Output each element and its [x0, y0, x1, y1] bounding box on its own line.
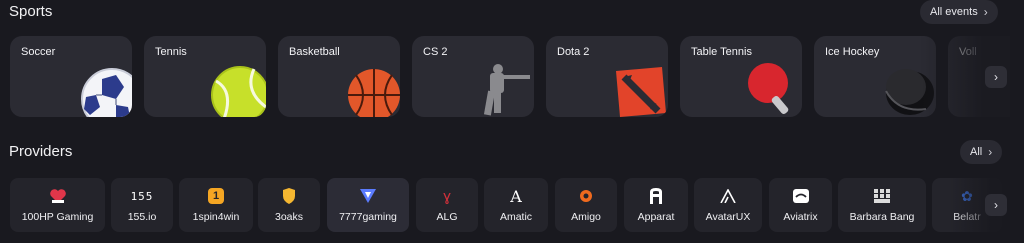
logo-text: ɣ [443, 187, 451, 205]
providers-section-title: Providers [9, 143, 73, 160]
barbara-bang-logo-icon [874, 187, 890, 205]
sport-card-tennis[interactable]: Tennis [144, 36, 266, 117]
alg-logo-icon: ɣ [443, 187, 451, 205]
sports-carousel: Soccer Tennis Basketball CS 2 Dota 2 Tab… [10, 36, 1010, 117]
provider-name: Belatr [953, 211, 981, 223]
provider-name: Amatic [499, 211, 533, 223]
provider-name: 1spin4win [192, 211, 240, 223]
7777-logo-icon [360, 187, 376, 205]
provider-card-100hp-gaming[interactable]: 100HP Gaming [10, 178, 105, 232]
amigo-logo-icon [579, 187, 593, 205]
all-events-button[interactable]: All events › [920, 0, 998, 24]
sport-card-soccer[interactable]: Soccer [10, 36, 132, 117]
aviatrix-logo-icon [792, 187, 809, 205]
provider-card-aviatrix[interactable]: Aviatrix [769, 178, 832, 232]
provider-card-alg[interactable]: ɣ ALG [416, 178, 478, 232]
provider-name: Apparat [637, 211, 675, 223]
provider-card-amatic[interactable]: A Amatic [484, 178, 548, 232]
provider-name: 7777gaming [339, 211, 397, 223]
sport-card-basketball[interactable]: Basketball [278, 36, 400, 117]
avatarux-logo-icon [720, 187, 736, 205]
shield-logo-icon [282, 187, 296, 205]
sports-section-title: Sports [9, 3, 53, 20]
provider-card-1spin4win[interactable]: 1 1spin4win [179, 178, 253, 232]
belatra-logo-icon: ✿ [961, 187, 973, 205]
sport-card-ice-hockey[interactable]: Ice Hockey [814, 36, 936, 117]
soccer-ball-icon [81, 68, 132, 117]
sport-label: CS 2 [423, 46, 448, 58]
basketball-icon [348, 69, 400, 117]
sport-label: Voll [959, 46, 977, 58]
sports-next-button[interactable]: › [985, 66, 1007, 88]
soldier-silhouette-icon [483, 64, 530, 116]
1spin4win-logo-icon: 1 [208, 187, 224, 205]
sport-card-cs2[interactable]: CS 2 [412, 36, 534, 117]
sport-card-table-tennis[interactable]: Table Tennis [680, 36, 802, 117]
all-events-label: All events [930, 6, 978, 18]
tennis-ball-icon [211, 66, 266, 117]
provider-name: AvatarUX [705, 211, 751, 223]
logo-text: 155 [130, 189, 154, 203]
amatic-logo-icon: A [510, 186, 522, 206]
heart-logo-icon [49, 187, 67, 205]
provider-name: 155.io [127, 211, 157, 223]
provider-name: Aviatrix [783, 211, 818, 223]
provider-name: 100HP Gaming [21, 211, 94, 223]
sport-label: Dota 2 [557, 46, 590, 58]
provider-card-3oaks[interactable]: 3oaks [258, 178, 320, 232]
ping-pong-paddle-icon [748, 63, 789, 115]
provider-card-amigo[interactable]: Amigo [555, 178, 617, 232]
sport-label: Basketball [289, 46, 340, 58]
all-providers-button[interactable]: All › [960, 140, 1003, 164]
chevron-right-icon: › [988, 145, 993, 159]
all-providers-label: All [970, 146, 983, 158]
chevron-right-icon: › [994, 70, 998, 84]
provider-card-155io[interactable]: 155 155.io [111, 178, 173, 232]
logo-text: A [510, 186, 522, 206]
sport-label: Soccer [21, 46, 56, 58]
sport-label: Table Tennis [691, 46, 752, 58]
provider-card-7777gaming[interactable]: 7777gaming [327, 178, 409, 232]
provider-card-avatarux[interactable]: AvatarUX [694, 178, 762, 232]
provider-name: ALG [436, 211, 458, 223]
155-logo-icon: 155 [131, 187, 154, 205]
sport-card-dota2[interactable]: Dota 2 [546, 36, 668, 117]
providers-next-button[interactable]: › [985, 194, 1007, 216]
provider-name: 3oaks [274, 211, 304, 223]
chevron-right-icon: › [994, 198, 998, 212]
providers-carousel: 100HP Gaming 155 155.io 1 1spin4win 3oak… [10, 178, 1010, 232]
apparat-logo-icon [648, 187, 664, 205]
logo-badge: 1 [208, 188, 224, 204]
dota-logo-icon [616, 67, 666, 117]
provider-name: Barbara Bang [849, 211, 915, 223]
provider-name: Amigo [571, 211, 601, 223]
sport-label: Tennis [155, 46, 187, 58]
hockey-puck-icon [885, 69, 934, 115]
chevron-right-icon: › [983, 5, 988, 19]
sport-label: Ice Hockey [825, 46, 880, 58]
logo-text: ✿ [961, 187, 973, 204]
provider-card-apparat[interactable]: Apparat [624, 178, 688, 232]
provider-card-barbara-bang[interactable]: Barbara Bang [838, 178, 926, 232]
